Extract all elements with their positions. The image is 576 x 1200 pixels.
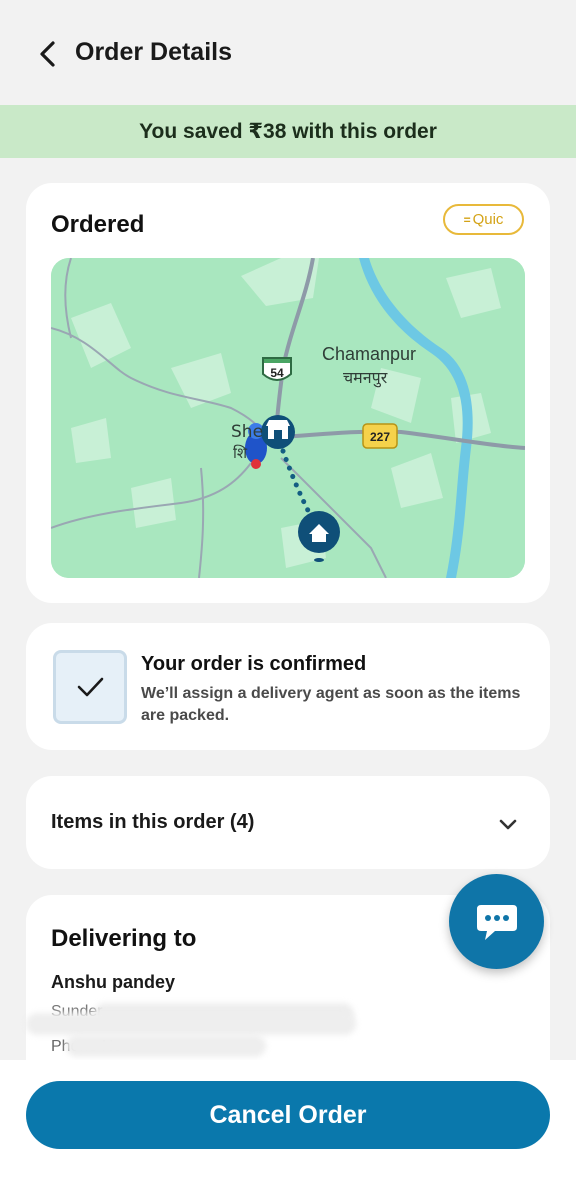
highway-227-shield: 227 <box>362 423 398 449</box>
svg-text:She: She <box>231 422 263 442</box>
bottom-action-bar: Cancel Order <box>0 1060 576 1200</box>
delivery-map[interactable]: 54 227 She शि Chamanpur चमनपुर <box>51 258 525 578</box>
chat-button[interactable] <box>449 874 544 969</box>
svg-text:227: 227 <box>370 430 390 444</box>
header: Order Details <box>0 0 576 105</box>
cancel-order-button[interactable]: Cancel Order <box>26 1081 550 1149</box>
map-canvas: 54 227 She शि <box>51 258 525 578</box>
store-icon <box>261 415 295 449</box>
confirmation-card: Your order is confirmed We’ll assign a d… <box>26 623 550 750</box>
confirmation-message: We’ll assign a delivery agent as soon as… <box>141 685 521 724</box>
back-button[interactable] <box>28 32 68 76</box>
address-redaction <box>26 1013 356 1035</box>
map-place-label-hindi: चमनपुर <box>343 368 388 387</box>
delivery-title: Delivering to <box>51 925 197 952</box>
chat-bubble-icon <box>476 904 517 940</box>
svg-text:शि: शि <box>233 444 248 462</box>
savings-banner: You saved ₹38 with this order <box>0 105 576 158</box>
chevron-left-icon <box>40 41 55 67</box>
items-accordion[interactable]: Items in this order (4) <box>26 776 550 869</box>
order-status-card: Ordered = Quic 54 227 She शि Chamanpur च… <box>26 183 550 603</box>
highway-54-shield: 54 <box>262 357 292 381</box>
confirmation-title: Your order is confirmed <box>141 653 367 675</box>
svg-text:54: 54 <box>270 366 284 380</box>
chevron-down-icon[interactable] <box>496 812 520 836</box>
confirmation-status-box <box>53 650 127 724</box>
recipient-name: Anshu pandey <box>51 972 176 992</box>
bolt-icon: = <box>463 212 471 227</box>
items-label: Items in this order (4) <box>51 811 255 833</box>
page-title: Order Details <box>75 38 233 66</box>
checkmark-icon <box>77 677 104 697</box>
quick-badge-label: Quic <box>472 211 504 228</box>
order-status-title: Ordered <box>51 211 145 238</box>
phone-redaction <box>66 1035 266 1057</box>
map-place-label: Chamanpur <box>322 344 417 364</box>
quick-badge: = Quic <box>443 204 524 235</box>
